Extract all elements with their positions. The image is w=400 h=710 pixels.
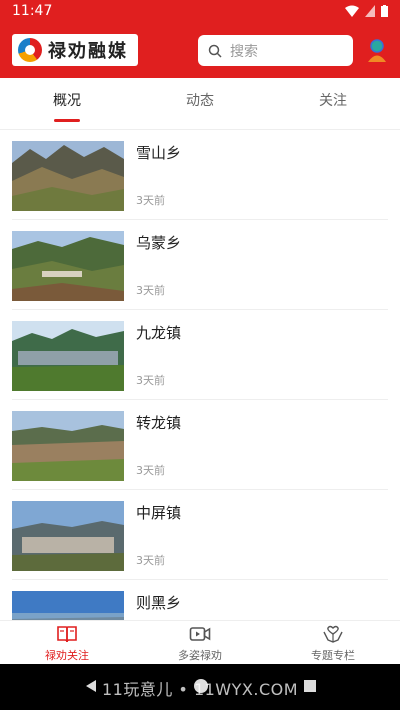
item-time: 3天前 (136, 194, 165, 207)
nav-luquan-focus[interactable]: 禄劝关注 (12, 621, 122, 665)
thumbnail-image (12, 141, 124, 211)
tab-bar: 概况 动态 关注 (0, 78, 400, 130)
list-item[interactable]: 九龙镇 3天前 (12, 310, 388, 400)
list-item[interactable]: 乌蒙乡 3天前 (12, 220, 388, 310)
bottom-nav: 禄劝关注 多姿禄劝 专题专栏 (0, 620, 400, 664)
town-list: 雪山乡 3天前 乌蒙乡 3天前 九龙镇 3天前 转龙镇 3天前 中屏镇 3天前 … (0, 130, 400, 620)
hands-heart-icon (323, 625, 343, 643)
item-title: 九龙镇 (136, 324, 182, 342)
search-input[interactable]: 搜索 (198, 35, 353, 66)
search-placeholder: 搜索 (230, 43, 258, 60)
signal-icon (365, 5, 375, 17)
status-bar: 11:47 (0, 0, 400, 24)
app-header: 禄劝融媒 搜索 (0, 24, 400, 78)
item-title: 乌蒙乡 (136, 234, 182, 252)
nav-luquan-focus-label: 禄劝关注 (45, 649, 89, 662)
tab-follow-label: 关注 (319, 93, 347, 109)
nav-luquan-scenery-label: 多姿禄劝 (178, 649, 222, 662)
logo-mark-icon (18, 38, 42, 62)
list-item[interactable]: 则黑乡 (12, 580, 388, 620)
tab-overview[interactable]: 概况 (12, 78, 122, 130)
list-item[interactable]: 中屏镇 3天前 (12, 490, 388, 580)
logo-text: 禄劝融媒 (48, 41, 128, 62)
item-title: 转龙镇 (136, 414, 182, 432)
watermark-text: 11玩意儿 • 11WYX.COM (101, 680, 299, 699)
thumbnail-image (12, 501, 124, 571)
status-time: 11:47 (12, 3, 53, 19)
status-icons (345, 5, 388, 17)
tab-follow[interactable]: 关注 (278, 78, 388, 130)
tab-overview-label: 概况 (53, 93, 81, 109)
list-item[interactable]: 雪山乡 3天前 (12, 130, 388, 220)
thumbnail-image (12, 321, 124, 391)
thumbnail-image (12, 411, 124, 481)
tab-news[interactable]: 动态 (145, 78, 255, 130)
search-icon (208, 44, 222, 58)
wifi-icon (345, 5, 359, 17)
app-logo: 禄劝融媒 (12, 34, 138, 66)
nav-special-topics-label: 专题专栏 (311, 649, 355, 662)
list-item[interactable]: 转龙镇 3天前 (12, 400, 388, 490)
item-title: 雪山乡 (136, 144, 182, 162)
thumbnail-image (12, 591, 124, 620)
tab-news-label: 动态 (186, 93, 214, 109)
video-icon (189, 627, 211, 641)
item-time: 3天前 (136, 284, 165, 297)
item-title: 中屏镇 (136, 504, 182, 522)
item-title: 则黑乡 (136, 594, 182, 612)
item-time: 3天前 (136, 374, 165, 387)
nav-luquan-scenery[interactable]: 多姿禄劝 (145, 621, 255, 665)
book-icon (57, 626, 77, 643)
item-time: 3天前 (136, 554, 165, 567)
item-time: 3天前 (136, 464, 165, 477)
system-nav-bar: 11玩意儿 • 11WYX.COM (0, 664, 400, 710)
thumbnail-image (12, 231, 124, 301)
nav-special-topics[interactable]: 专题专栏 (278, 621, 388, 665)
battery-icon (381, 5, 388, 17)
active-tab-indicator (54, 119, 80, 122)
user-profile-icon[interactable] (366, 39, 388, 63)
